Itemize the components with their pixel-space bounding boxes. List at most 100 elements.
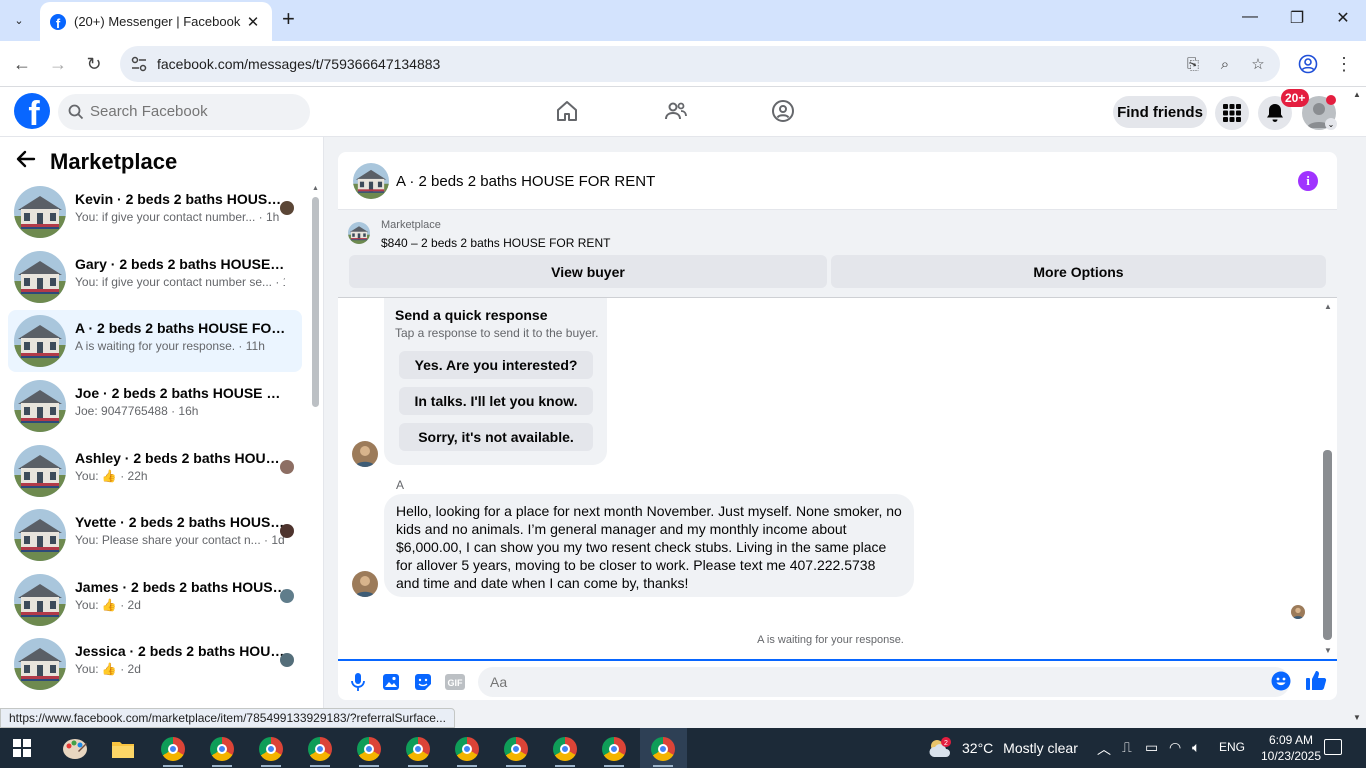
conversation-item[interactable]: Yvette · 2 beds 2 baths HOUSE FOR RENT Yo… xyxy=(8,504,302,566)
input-language[interactable]: ENG xyxy=(1219,740,1245,754)
more-options-button[interactable]: More Options xyxy=(831,255,1326,288)
tray-chevron-up-icon[interactable]: ︿ xyxy=(1097,739,1111,759)
system-clock[interactable]: 6:09 AM 10/23/2025 xyxy=(1256,732,1326,764)
thumbs-up-icon[interactable] xyxy=(1305,669,1327,691)
chevron-down-icon[interactable]: ⌄ xyxy=(1325,118,1337,130)
temperature: 32°C xyxy=(962,740,994,756)
running-indicator xyxy=(408,765,428,767)
back-icon[interactable]: ← xyxy=(9,51,35,77)
buyer-avatar[interactable] xyxy=(352,571,378,597)
restore-icon[interactable]: ❐ xyxy=(1285,8,1309,28)
home-icon[interactable] xyxy=(553,97,581,125)
windows-start-icon[interactable] xyxy=(13,739,31,757)
page-scroll-up-arrow[interactable]: ▲ xyxy=(1353,90,1361,99)
wifi-icon[interactable]: ◠ xyxy=(1169,739,1181,756)
install-app-icon[interactable]: ⎘ xyxy=(1183,54,1203,74)
sticker-icon[interactable] xyxy=(412,671,434,693)
profile-icon[interactable] xyxy=(1296,52,1320,76)
browser-menu-icon[interactable]: ⋮ xyxy=(1332,52,1356,76)
chrome-app-icon[interactable] xyxy=(300,733,340,765)
conversation-snippet: You: Please share your contact n... · 1d xyxy=(75,533,285,547)
facebook-search[interactable] xyxy=(58,94,310,130)
zoom-icon[interactable]: ⌕ xyxy=(1215,54,1235,74)
chrome-icon xyxy=(259,737,283,761)
chrome-app-icon[interactable] xyxy=(545,733,585,765)
sidebar-scrollbar[interactable] xyxy=(312,197,319,407)
volume-icon[interactable]: 🔈︎ xyxy=(1192,739,1200,756)
marketplace-label: Marketplace xyxy=(381,219,441,231)
conversation-item[interactable]: Joe · 2 beds 2 baths HOUSE FOR RENT Joe: … xyxy=(8,375,302,437)
paint-app-icon[interactable] xyxy=(55,733,95,765)
conversation-snippet: Joe: 9047765488 · 16h xyxy=(75,404,199,418)
chrome-app-icon[interactable] xyxy=(594,733,634,765)
chrome-app-icon[interactable] xyxy=(349,733,389,765)
chrome-app-icon[interactable] xyxy=(447,733,487,765)
forward-icon[interactable]: → xyxy=(45,51,71,77)
running-indicator xyxy=(212,765,232,767)
microphone-icon[interactable] xyxy=(347,671,369,693)
minimize-icon[interactable]: — xyxy=(1238,8,1262,26)
sender-name: A xyxy=(396,478,405,492)
quick-response-card: Send a quick response Tap a response to … xyxy=(384,298,607,465)
facebook-logo-icon[interactable]: f xyxy=(14,93,50,129)
battery-icon[interactable]: ▭ xyxy=(1145,739,1158,756)
friends-icon[interactable] xyxy=(662,97,690,125)
scroll-up-arrow[interactable]: ▲ xyxy=(1324,302,1332,311)
conversation-item[interactable]: A · 2 beds 2 baths HOUSE FOR RENT A is wa… xyxy=(8,310,302,372)
chrome-app-icon[interactable] xyxy=(202,733,242,765)
conversation-item[interactable]: Gary · 2 beds 2 baths HOUSE FOR RENT You:… xyxy=(8,246,302,308)
quick-response-button[interactable]: In talks. I'll let you know. xyxy=(399,387,593,415)
window-close-icon[interactable]: ✕ xyxy=(1331,8,1355,28)
scroll-down-arrow[interactable]: ▼ xyxy=(1324,646,1332,655)
chrome-icon xyxy=(651,737,675,761)
view-buyer-button[interactable]: View buyer xyxy=(349,255,827,288)
page-scroll-down-arrow[interactable]: ▼ xyxy=(1353,713,1361,722)
running-indicator xyxy=(653,765,673,767)
search-input[interactable] xyxy=(90,103,290,120)
menu-grid-icon[interactable] xyxy=(1215,96,1249,130)
message-input[interactable] xyxy=(478,667,1290,697)
find-friends-button[interactable]: Find friends xyxy=(1113,96,1207,128)
buyer-avatar[interactable] xyxy=(352,441,378,467)
listing-title[interactable]: $840 – 2 beds 2 baths HOUSE FOR RENT xyxy=(381,236,610,250)
scroll-up-arrow[interactable]: ▲ xyxy=(312,185,319,192)
groups-icon[interactable] xyxy=(769,97,797,125)
marketplace-sidebar: Marketplace ▲ Kevin · 2 beds 2 baths HOU… xyxy=(0,137,324,708)
chrome-app-icon[interactable] xyxy=(643,733,683,765)
quick-response-button[interactable]: Sorry, it's not available. xyxy=(399,423,593,451)
chrome-app-icon[interactable] xyxy=(251,733,291,765)
bookmark-star-icon[interactable]: ☆ xyxy=(1248,54,1268,74)
tab-close-icon[interactable]: ✕ xyxy=(244,13,262,31)
chrome-app-icon[interactable] xyxy=(153,733,193,765)
browser-tab[interactable]: f (20+) Messenger | Facebook ✕ xyxy=(40,2,272,41)
conversation-item[interactable]: Kevin · 2 beds 2 baths HOUSE FOR RENT You… xyxy=(8,181,302,243)
chat-scrollbar[interactable] xyxy=(1323,450,1332,640)
url-text[interactable]: facebook.com/messages/t/759366647134883 xyxy=(157,56,440,72)
back-arrow-icon[interactable] xyxy=(16,150,40,174)
listing-thumbnail[interactable] xyxy=(353,163,389,199)
info-icon[interactable]: i xyxy=(1298,171,1318,191)
conversation-item[interactable]: James · 2 beds 2 baths HOUSE FOR RENT You… xyxy=(8,569,302,631)
chrome-app-icon[interactable] xyxy=(496,733,536,765)
browser-toolbar: ← → ↻ facebook.com/messages/t/7593666471… xyxy=(0,41,1366,87)
conversation-item[interactable]: Ashley · 2 beds 2 baths HOUSE FOR RENT Yo… xyxy=(8,440,302,502)
chat-title[interactable]: A · 2 beds 2 baths HOUSE FOR RENT xyxy=(396,173,655,190)
weather-condition: Mostly clear xyxy=(1003,740,1078,756)
site-settings-icon[interactable] xyxy=(130,55,148,73)
weather-summary[interactable]: 32°C Mostly clear xyxy=(962,740,1078,756)
conversation-item[interactable]: Jessica · 2 beds 2 baths HOUSE FOR RENT Y… xyxy=(8,633,302,695)
file-explorer-icon[interactable] xyxy=(103,733,143,765)
notification-center-icon[interactable] xyxy=(1324,739,1342,755)
meet-now-icon[interactable]: ⎍ xyxy=(1122,739,1132,756)
tab-search-button[interactable]: ⌄ xyxy=(6,8,32,32)
reload-icon[interactable]: ↻ xyxy=(81,51,107,77)
chrome-app-icon[interactable] xyxy=(398,733,438,765)
emoji-icon[interactable] xyxy=(1270,670,1292,692)
photo-icon[interactable] xyxy=(380,671,402,693)
new-tab-icon[interactable]: + xyxy=(282,8,295,30)
quick-response-button[interactable]: Yes. Are you interested? xyxy=(399,351,593,379)
gif-icon[interactable]: GIF xyxy=(444,671,466,693)
address-bar[interactable]: facebook.com/messages/t/759366647134883 … xyxy=(120,46,1280,82)
conversation-name: Jessica · 2 beds 2 baths HOUSE FOR RENT xyxy=(75,643,287,659)
weather-icon[interactable]: 2 xyxy=(928,737,952,759)
